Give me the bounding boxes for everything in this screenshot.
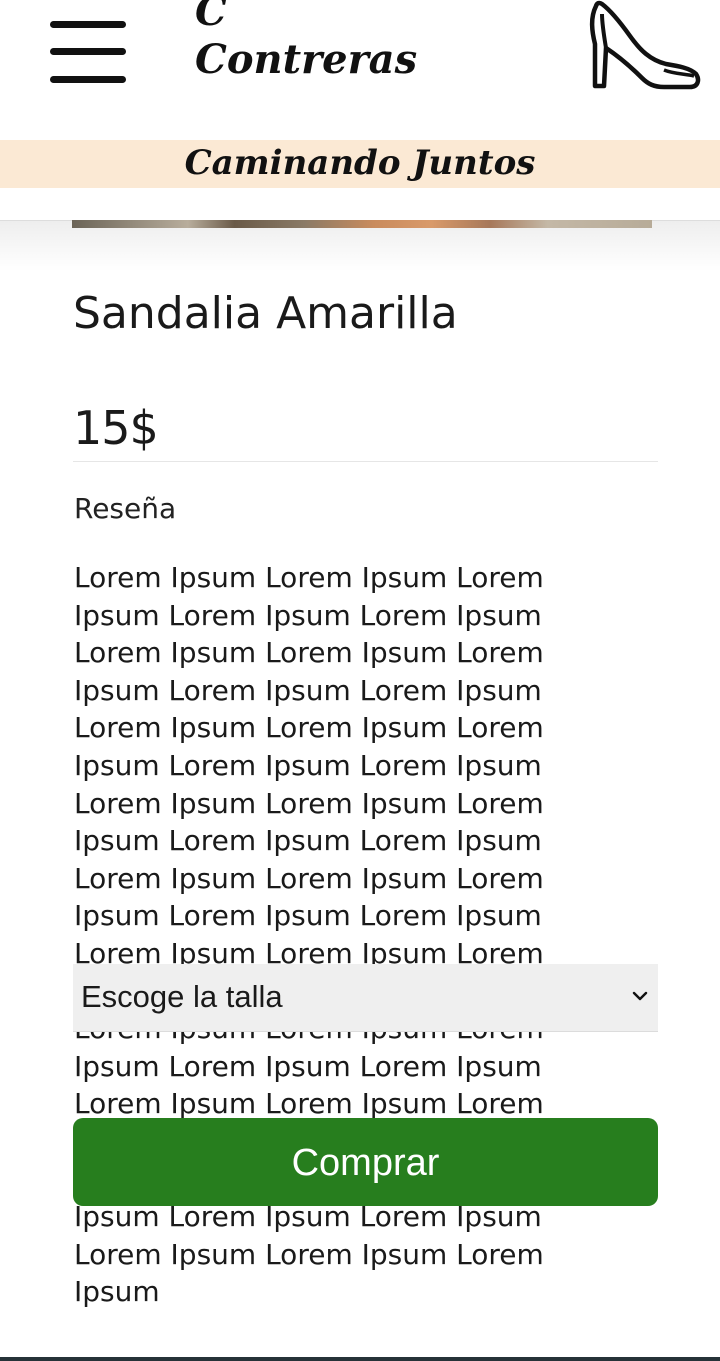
size-select-value: Escoge la talla (81, 979, 283, 1014)
brand-line-1: C (195, 0, 227, 35)
brand-logo[interactable]: C Contreras (195, 0, 495, 84)
bottom-edge-bar (0, 1357, 720, 1361)
product-image (72, 220, 652, 228)
menu-bar-top (50, 21, 126, 28)
product-title: Sandalia Amarilla (73, 288, 458, 339)
menu-bar-middle (50, 48, 126, 55)
size-select[interactable]: Escoge la talla (73, 964, 658, 1032)
tagline-banner: Caminando Juntos (0, 140, 720, 188)
chevron-down-icon (630, 986, 650, 1006)
menu-bar-bottom (50, 76, 126, 83)
hamburger-menu-icon[interactable] (48, 18, 128, 88)
buy-button[interactable]: Comprar (73, 1118, 658, 1206)
top-navigation-bar: C Contreras (0, 0, 720, 140)
brand-line-2: Contreras (195, 36, 418, 83)
price-divider (73, 461, 658, 462)
product-price: 15$ (73, 401, 159, 455)
review-heading: Reseña (74, 492, 177, 525)
tagline-text: Caminando Juntos (184, 143, 536, 183)
high-heel-shoe-icon[interactable] (582, 0, 702, 92)
